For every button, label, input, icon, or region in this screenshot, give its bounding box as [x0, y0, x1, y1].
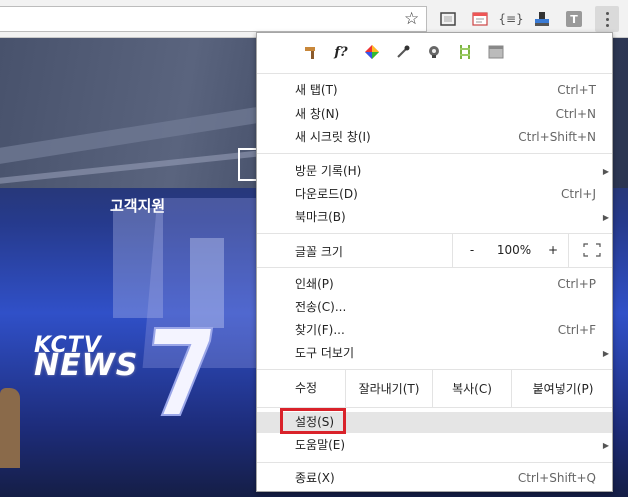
bulb-icon[interactable]	[425, 43, 443, 61]
backdrop-panel	[190, 238, 224, 328]
menu-item-label: 다운로드(D)	[295, 187, 358, 201]
menu-item-label: 북마크(B)	[295, 210, 346, 224]
stamp-icon[interactable]	[532, 9, 552, 29]
chevron-right-icon: ▶	[602, 349, 609, 358]
font-icon[interactable]: f?	[332, 43, 350, 61]
edit-label: 수정	[295, 381, 318, 395]
copy-button[interactable]: 복사(C)	[432, 369, 511, 407]
menu-item-shortcut: Ctrl+F	[557, 323, 596, 337]
chevron-right-icon: ▶	[602, 167, 609, 176]
menu-item-new-tab[interactable]: 새 탭(T) Ctrl+T	[257, 80, 612, 101]
menu-item-label: 방문 기록(H)	[295, 164, 362, 178]
menu-item-exit[interactable]: 종료(X) Ctrl+Shift+Q	[257, 468, 612, 489]
menu-separator	[257, 153, 612, 154]
menu-item-settings[interactable]: 설정(S)	[257, 408, 612, 434]
menu-item-shortcut: Ctrl+Shift+N	[518, 130, 596, 144]
menu-item-more-tools[interactable]: 도구 더보기 ▶	[257, 343, 612, 364]
backdrop-panel	[113, 208, 163, 318]
chrome-menu: f? 새 탭(T) Ctrl+T 새 창(N) Ctrl+N 새 시크릿 창(I…	[256, 32, 613, 492]
star-icon[interactable]: ☆	[404, 9, 419, 29]
menu-item-shortcut: Ctrl+N	[555, 107, 596, 121]
menu-icon[interactable]	[595, 6, 619, 32]
zoom-value: 100%	[496, 243, 532, 257]
menu-item-downloads[interactable]: 다운로드(D) Ctrl+J	[257, 184, 612, 205]
screenshot-icon[interactable]	[438, 9, 458, 29]
menu-item-shortcut: Ctrl+P	[557, 277, 596, 291]
menu-item-shortcut: Ctrl+Shift+Q	[517, 471, 596, 485]
menu-item-label: 설정(S)	[295, 415, 335, 429]
menu-item-shortcut: Ctrl+T	[557, 83, 596, 97]
menu-item-label: 찾기(F)...	[295, 323, 345, 337]
eyedropper-icon[interactable]	[394, 43, 412, 61]
menu-separator	[257, 267, 612, 268]
zoom-out-button[interactable]: -	[452, 233, 491, 267]
zoom-in-button[interactable]: +	[538, 233, 568, 267]
paste-button[interactable]: 붙여넣기(P)	[511, 369, 614, 407]
fullscreen-icon[interactable]	[568, 233, 614, 267]
menu-separator	[257, 462, 612, 463]
menu-item-label: 종료(X)	[295, 471, 335, 485]
calendar-icon[interactable]	[470, 9, 490, 29]
chevron-right-icon: ▶	[602, 213, 609, 222]
extension-row: f?	[257, 33, 612, 71]
t-icon[interactable]: T	[564, 9, 584, 29]
json-icon[interactable]: {≡}	[498, 9, 523, 29]
anchor-person	[0, 388, 20, 468]
color-icon[interactable]	[363, 43, 381, 61]
address-bar[interactable]	[0, 6, 427, 32]
menu-item-label: 전송(C)...	[295, 300, 347, 314]
ruler-icon[interactable]	[456, 43, 474, 61]
menu-item-find[interactable]: 찾기(F)... Ctrl+F	[257, 320, 612, 341]
menu-item-label: 새 탭(T)	[295, 83, 338, 97]
zoom-label: 글꼴 크기	[295, 245, 343, 259]
menu-item-label: 도움말(E)	[295, 438, 346, 452]
menu-item-label: 새 시크릿 창(I)	[295, 130, 371, 144]
menu-item-history[interactable]: 방문 기록(H) ▶	[257, 161, 612, 182]
menu-item-help[interactable]: 도움말(E) ▶	[257, 435, 612, 456]
menu-item-incognito[interactable]: 새 시크릿 창(I) Ctrl+Shift+N	[257, 127, 612, 148]
menu-item-label: 인쇄(P)	[295, 277, 334, 291]
hammer-icon[interactable]	[301, 43, 319, 61]
cut-button[interactable]: 잘라내기(T)	[345, 369, 432, 407]
menu-item-print[interactable]: 인쇄(P) Ctrl+P	[257, 274, 612, 295]
menu-item-bookmarks[interactable]: 북마크(B) ▶	[257, 207, 612, 228]
menu-item-cast[interactable]: 전송(C)...	[257, 297, 612, 318]
logo-seven-icon	[151, 327, 214, 416]
menu-separator	[257, 73, 612, 74]
menu-item-label: 새 창(N)	[295, 107, 340, 121]
menu-item-new-window[interactable]: 새 창(N) Ctrl+N	[257, 104, 612, 125]
menu-item-shortcut: Ctrl+J	[561, 187, 596, 201]
window-icon[interactable]	[487, 43, 505, 61]
chevron-right-icon: ▶	[602, 441, 609, 450]
menu-item-label: 도구 더보기	[295, 346, 355, 360]
logo-news: NEWS	[34, 348, 139, 383]
customer-support-link[interactable]: 고객지원	[110, 195, 165, 216]
